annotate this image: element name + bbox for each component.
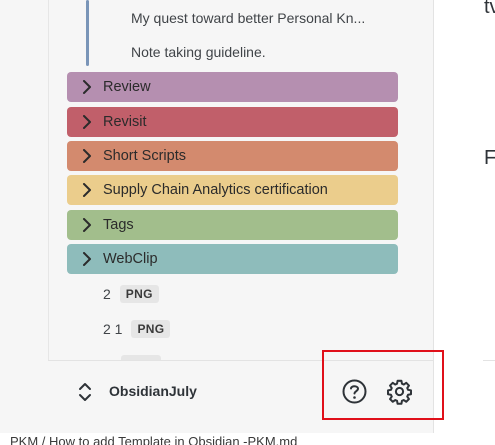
status-bar: PKM / How to add Template in Obsidian -P… — [0, 433, 495, 445]
indent-guide — [86, 0, 89, 66]
file-item-2[interactable]: 2 PNG — [103, 285, 159, 303]
chevron-right-icon — [80, 115, 94, 129]
folder-webclip[interactable]: WebClip — [67, 244, 398, 274]
editor-divider — [483, 360, 495, 361]
chevron-right-icon — [80, 149, 94, 163]
folder-label: Short Scripts — [103, 148, 186, 164]
folder-review[interactable]: Review — [67, 72, 398, 102]
folder-label: WebClip — [103, 251, 158, 267]
folder-revisit[interactable]: Revisit — [67, 107, 398, 137]
editor-text-fragment: F — [484, 147, 495, 169]
file-type-badge: PNG — [131, 320, 171, 338]
file-name: 2 — [103, 286, 111, 302]
chevron-right-icon — [80, 218, 94, 232]
folder-label: Review — [103, 79, 151, 95]
highlight-box — [322, 350, 444, 420]
status-file-path: PKM / How to add Template in Obsidian -P… — [10, 434, 298, 445]
note-item-guideline[interactable]: Note taking guideline. — [131, 44, 266, 60]
file-type-badge: PNG — [119, 285, 159, 303]
file-item-2-1[interactable]: 2 1 PNG — [103, 320, 171, 338]
folder-label: Supply Chain Analytics certification — [103, 182, 328, 198]
note-item-pkm-quest[interactable]: My quest toward better Personal Kn... — [131, 10, 365, 26]
chevron-right-icon — [80, 80, 94, 94]
chevron-right-icon — [80, 183, 94, 197]
folder-supply-chain[interactable]: Supply Chain Analytics certification — [67, 175, 398, 205]
chevron-up-down-icon[interactable] — [76, 381, 94, 403]
gutter-divider — [48, 0, 49, 360]
vault-name[interactable]: ObsidianJuly — [109, 383, 197, 399]
chevron-right-icon — [80, 252, 94, 266]
folder-tags[interactable]: Tags — [67, 210, 398, 240]
folder-label: Tags — [103, 217, 134, 233]
folder-label: Revisit — [103, 114, 147, 130]
editor-text-fragment: tv — [484, 0, 495, 18]
file-name: 2 1 — [103, 321, 123, 337]
folder-short-scripts[interactable]: Short Scripts — [67, 141, 398, 171]
